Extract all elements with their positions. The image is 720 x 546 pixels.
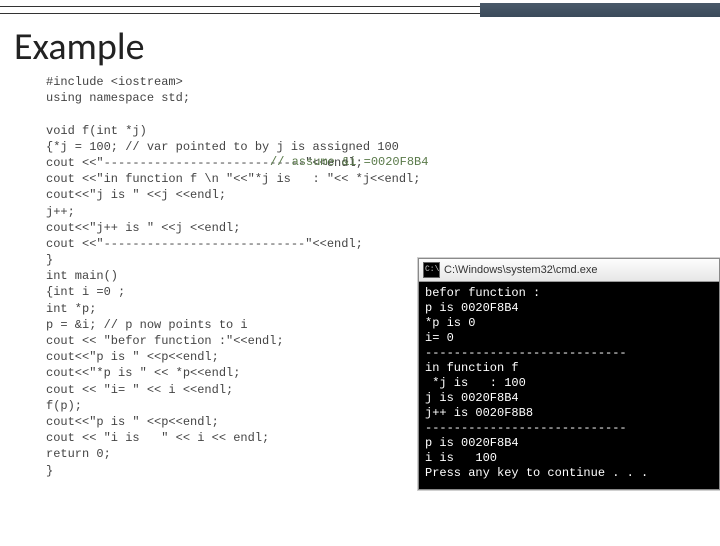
console-title: C:\Windows\system32\cmd.exe <box>444 264 597 276</box>
assume-comment: // assume &i =0020F8B4 <box>270 155 428 169</box>
console-window: C:\ C:\Windows\system32\cmd.exe befor fu… <box>418 258 720 490</box>
console-output: befor function : p is 0020F8B4 *p is 0 i… <box>419 282 719 489</box>
divider-rule <box>0 6 720 14</box>
console-titlebar[interactable]: C:\ C:\Windows\system32\cmd.exe <box>419 259 719 282</box>
slide-title: Example <box>14 24 720 70</box>
cmd-icon: C:\ <box>423 262 440 278</box>
